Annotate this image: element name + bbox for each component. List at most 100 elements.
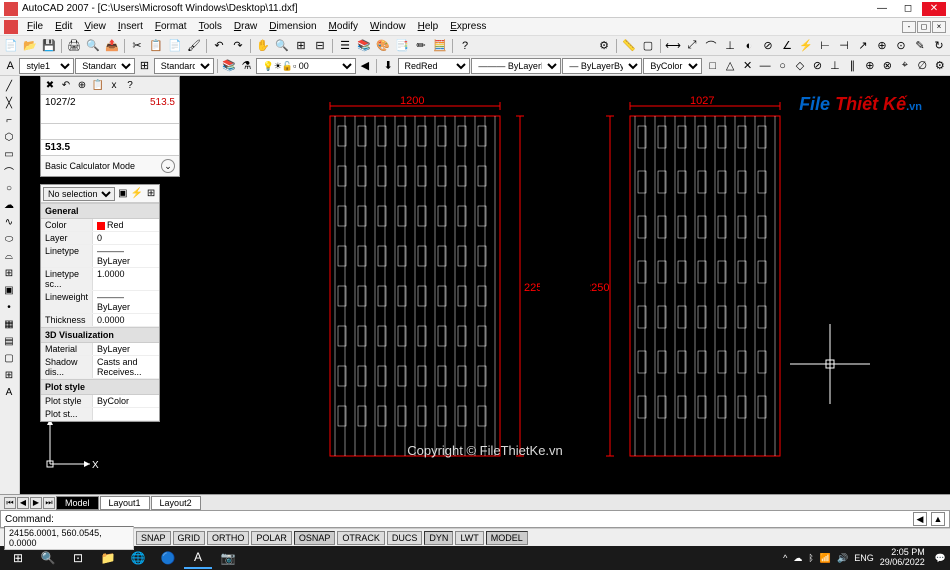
menu-view[interactable]: View bbox=[79, 21, 111, 32]
dim-diameter-icon[interactable]: ⊘ bbox=[759, 37, 777, 55]
drawing-canvas[interactable]: 1200 bbox=[20, 76, 950, 494]
calc-expand-button[interactable]: ⌄ bbox=[161, 159, 175, 173]
command-recent-button[interactable]: ◀ bbox=[913, 512, 927, 526]
calc-paste-icon[interactable]: 📋 bbox=[91, 79, 105, 93]
props-section-3dviz[interactable]: 3D Visualization bbox=[41, 327, 159, 343]
osnap-ins-icon[interactable]: ⊕ bbox=[862, 57, 878, 75]
status-model[interactable]: MODEL bbox=[486, 531, 528, 545]
props-value-color[interactable]: Red bbox=[93, 219, 159, 231]
print-icon[interactable]: 🖨 bbox=[65, 37, 83, 55]
help-icon[interactable]: ? bbox=[456, 37, 474, 55]
calc-icon[interactable]: 🧮 bbox=[431, 37, 449, 55]
redo-icon[interactable]: ↷ bbox=[229, 37, 247, 55]
properties-selection-select[interactable]: No selection bbox=[43, 187, 115, 201]
workspace-icon[interactable]: ⚙ bbox=[595, 37, 613, 55]
osnap-end-icon[interactable]: □ bbox=[704, 57, 720, 75]
status-grid[interactable]: GRID bbox=[173, 531, 206, 545]
osnap-par-icon[interactable]: ∥ bbox=[844, 57, 860, 75]
props-section-plot[interactable]: Plot style bbox=[41, 379, 159, 395]
tray-notifications-icon[interactable]: 💬 bbox=[935, 553, 946, 564]
preview-icon[interactable]: 🔍 bbox=[84, 37, 102, 55]
props-value-plotstyle[interactable]: ByColor bbox=[93, 395, 159, 407]
table-icon[interactable]: ⊞ bbox=[0, 367, 18, 383]
dim-tolerance-icon[interactable]: ⊕ bbox=[873, 37, 891, 55]
gradient-icon[interactable]: ▤ bbox=[0, 333, 18, 349]
status-dyn[interactable]: DYN bbox=[424, 531, 453, 545]
ellipse-icon[interactable]: ⬭ bbox=[0, 231, 18, 247]
textstyle-icon[interactable]: A bbox=[2, 57, 18, 75]
osnap-ext-icon[interactable]: — bbox=[757, 57, 773, 75]
dimstyle-select[interactable]: Standard bbox=[75, 58, 135, 74]
doc-close-button[interactable]: × bbox=[932, 21, 946, 33]
osnap-cen-icon[interactable]: ○ bbox=[774, 57, 790, 75]
lineweight-select[interactable]: — ByLayerByLayer bbox=[562, 58, 642, 74]
mtext-icon[interactable]: A bbox=[0, 384, 18, 400]
tray-chevron-icon[interactable]: ^ bbox=[783, 553, 787, 563]
dim-continue-icon[interactable]: ⊣ bbox=[835, 37, 853, 55]
calc-input[interactable] bbox=[41, 123, 179, 139]
make-current-icon[interactable]: ⬇ bbox=[380, 57, 396, 75]
maximize-button[interactable]: ◻ bbox=[896, 2, 920, 16]
dim-radius-icon[interactable]: ◐ bbox=[740, 37, 758, 55]
new-icon[interactable]: 📄 bbox=[2, 37, 20, 55]
region-icon[interactable]: ▢ bbox=[0, 350, 18, 366]
osnap-none-icon[interactable]: ∅ bbox=[914, 57, 930, 75]
tray-wifi-icon[interactable]: 📶 bbox=[820, 553, 831, 564]
dim-update-icon[interactable]: ↻ bbox=[930, 37, 948, 55]
menu-tools[interactable]: Tools bbox=[194, 21, 227, 32]
menu-dimension[interactable]: Dimension bbox=[264, 21, 321, 32]
paste-icon[interactable]: 📄 bbox=[166, 37, 184, 55]
menu-modify[interactable]: Modify bbox=[324, 21, 363, 32]
autocad-taskbar-icon[interactable]: A bbox=[184, 547, 212, 569]
taskview-button[interactable]: ⊡ bbox=[64, 547, 92, 569]
tray-language[interactable]: ENG bbox=[854, 553, 874, 563]
arc-icon[interactable]: ⌒ bbox=[0, 163, 18, 179]
props-value-material[interactable]: ByLayer bbox=[93, 343, 159, 355]
osnap-int-icon[interactable]: ✕ bbox=[739, 57, 755, 75]
copy-icon[interactable]: 📋 bbox=[147, 37, 165, 55]
linetype-select[interactable]: ——— ByLayerByLayer bbox=[471, 58, 561, 74]
open-icon[interactable]: 📂 bbox=[21, 37, 39, 55]
props-value-lineweight[interactable]: ——— ByLayer bbox=[93, 291, 159, 313]
props-quick-icon[interactable]: ⚡ bbox=[131, 187, 143, 201]
menu-edit[interactable]: Edit bbox=[50, 21, 77, 32]
osnap-node-icon[interactable]: ⊗ bbox=[879, 57, 895, 75]
point-icon[interactable]: • bbox=[0, 299, 18, 315]
zoom-icon[interactable]: 🔍 bbox=[273, 37, 291, 55]
osnap-qua-icon[interactable]: ◇ bbox=[792, 57, 808, 75]
osnap-mid-icon[interactable]: △ bbox=[722, 57, 738, 75]
tab-first-button[interactable]: ⏮ bbox=[4, 497, 16, 509]
design-center-icon[interactable]: 📚 bbox=[355, 37, 373, 55]
props-value-layer[interactable]: 0 bbox=[93, 232, 159, 244]
tray-clock[interactable]: 2:05 PM 29/06/2022 bbox=[880, 548, 929, 568]
menu-format[interactable]: Format bbox=[150, 21, 192, 32]
tab-model[interactable]: Model bbox=[56, 496, 99, 510]
tablestyle-select[interactable]: Standard bbox=[154, 58, 214, 74]
osnap-tan-icon[interactable]: ⊘ bbox=[809, 57, 825, 75]
sheet-set-icon[interactable]: 📑 bbox=[393, 37, 411, 55]
publish-icon[interactable]: 📤 bbox=[103, 37, 121, 55]
xline-icon[interactable]: ╳ bbox=[0, 95, 18, 111]
menu-insert[interactable]: Insert bbox=[113, 21, 148, 32]
status-snap[interactable]: SNAP bbox=[136, 531, 171, 545]
pan-icon[interactable]: ✋ bbox=[254, 37, 272, 55]
calc-get-icon[interactable]: ⊕ bbox=[75, 79, 89, 93]
plotstyle-select[interactable]: ByColor bbox=[643, 58, 702, 74]
insert-block-icon[interactable]: ⊞ bbox=[0, 265, 18, 281]
dim-baseline-icon[interactable]: ⊢ bbox=[816, 37, 834, 55]
menu-express[interactable]: Express bbox=[445, 21, 491, 32]
area-icon[interactable]: ▢ bbox=[639, 37, 657, 55]
layer-prev-icon[interactable]: ◀ bbox=[357, 57, 373, 75]
status-coords[interactable]: 24156.0001, 560.0545, 0.0000 bbox=[4, 526, 134, 550]
menu-draw[interactable]: Draw bbox=[229, 21, 262, 32]
edge-icon[interactable]: 🌐 bbox=[124, 547, 152, 569]
menu-help[interactable]: Help bbox=[413, 21, 444, 32]
revcloud-icon[interactable]: ☁ bbox=[0, 197, 18, 213]
layer-filter-icon[interactable]: ⚗ bbox=[238, 57, 254, 75]
menu-window[interactable]: Window bbox=[365, 21, 411, 32]
dim-arc-icon[interactable]: ⌒ bbox=[702, 37, 720, 55]
app-taskbar-icon[interactable]: 📷 bbox=[214, 547, 242, 569]
props-value-shadow[interactable]: Casts and Receives... bbox=[93, 356, 159, 378]
search-button[interactable]: 🔍 bbox=[34, 547, 62, 569]
rectangle-icon[interactable]: ▭ bbox=[0, 146, 18, 162]
